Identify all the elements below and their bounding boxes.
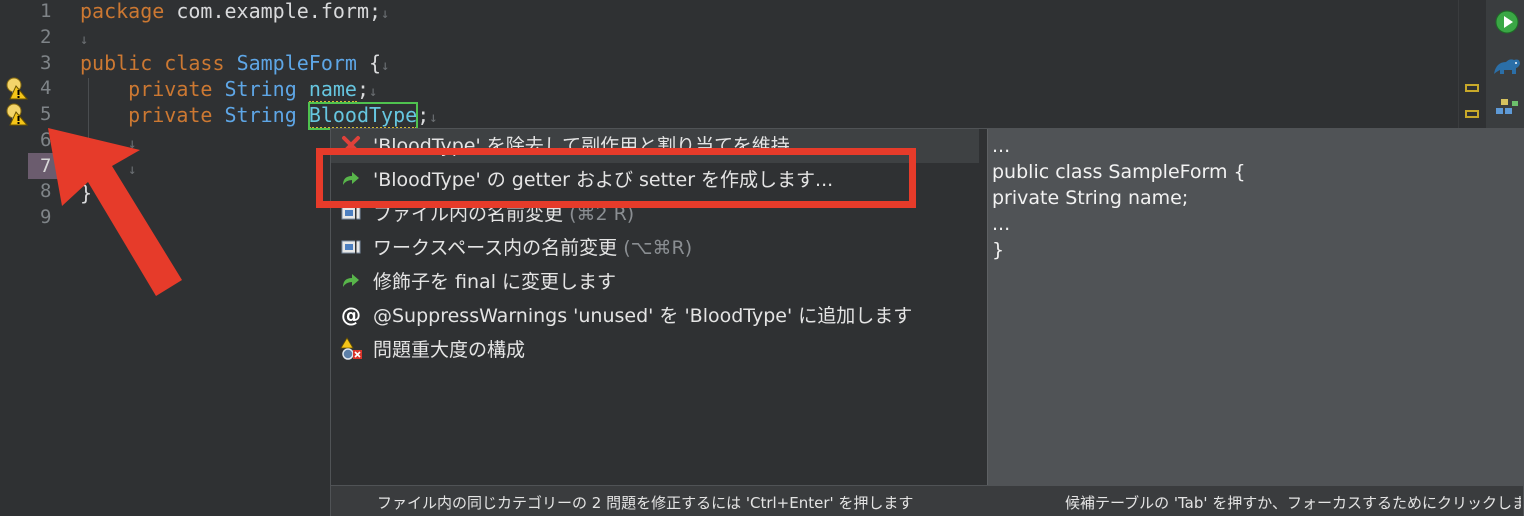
rename-icon (341, 238, 361, 255)
status-hint-left: ファイル内の同じカテゴリーの 2 問題を修正するには 'Ctrl+Enter' … (377, 494, 914, 512)
status-hint-right: 候補テーブルの 'Tab' を押すか、フォーカスするためにクリックします (1065, 494, 1521, 512)
code-line-4: private String name;↓ (128, 77, 378, 103)
run-icon[interactable] (1495, 10, 1519, 34)
warning-ruler-mark[interactable] (1465, 84, 1479, 92)
code-line-6: ↓ (128, 136, 137, 152)
code-line-7: ↓ (128, 162, 137, 178)
quickfix-item[interactable]: 修飾子を final に変更します (339, 265, 616, 299)
line-number: 3 (40, 52, 52, 74)
server-network-icon[interactable] (1494, 96, 1520, 118)
line-number: 2 (40, 26, 52, 48)
tomcat-icon[interactable] (1492, 54, 1522, 78)
quickfix-item-create-getter-setter[interactable]: 'BloodType' の getter および setter を作成します..… (339, 163, 833, 197)
line-number: 8 (40, 180, 52, 202)
quickfix-popup[interactable]: 'BloodType' を除去して副作用と割り当てを維持 'BloodType'… (330, 128, 1524, 516)
preview-code: ... public class SampleForm {private Stri… (992, 135, 1246, 261)
quickfix-warning-icon[interactable] (4, 102, 28, 126)
quickfix-item[interactable]: 問題重大度の構成 (339, 333, 525, 367)
quickfix-item[interactable]: 'BloodType' を除去して副作用と割り当てを維持 (331, 129, 979, 163)
quickfix-item[interactable]: ワークスペース内の名前変更 (⌥⌘R) (339, 231, 692, 265)
green-arrow-icon (343, 273, 359, 287)
code-line-5: private String BloodType;↓ (128, 102, 438, 130)
quickfix-warning-icon[interactable] (4, 76, 28, 100)
line-number: 6 (40, 129, 52, 151)
line-number-gutter: 1 2 3 4 5 6 7 8 9 (0, 0, 70, 516)
quickfix-status-bar: ファイル内の同じカテゴリーの 2 問題を修正するには 'Ctrl+Enter' … (331, 485, 1523, 516)
code-line-2: ↓ (80, 32, 89, 48)
line-number: 4 (40, 77, 52, 99)
line-number: 9 (40, 206, 52, 228)
field-bloodtype: BloodType (307, 102, 419, 130)
annotation-icon: @ (341, 303, 361, 327)
line-number: 1 (40, 0, 52, 22)
field-name: name (308, 77, 357, 103)
quickfix-preview-pane: ... public class SampleForm {private Stri… (987, 129, 1524, 485)
code-line-3: public class SampleForm {↓ (80, 51, 390, 75)
remove-icon (342, 135, 360, 154)
warning-ruler-mark[interactable] (1465, 110, 1479, 118)
configure-severity-icon (340, 336, 362, 360)
code-line-1: package com.example.form;↓ (80, 0, 390, 23)
green-arrow-icon (343, 171, 359, 185)
svg-text:@: @ (341, 303, 361, 327)
line-number: 5 (40, 103, 52, 125)
quickfix-item[interactable]: @ @SuppressWarnings 'unused' を 'BloodTyp… (339, 299, 912, 333)
code-line-8: } (80, 181, 93, 205)
quickfix-item[interactable]: ファイル内の名前変更 (⌘2 R) (339, 197, 634, 231)
line-number: 7 (40, 155, 52, 177)
rename-icon (341, 204, 361, 221)
quickfix-list[interactable]: 'BloodType' を除去して副作用と割り当てを維持 'BloodType'… (331, 129, 987, 485)
